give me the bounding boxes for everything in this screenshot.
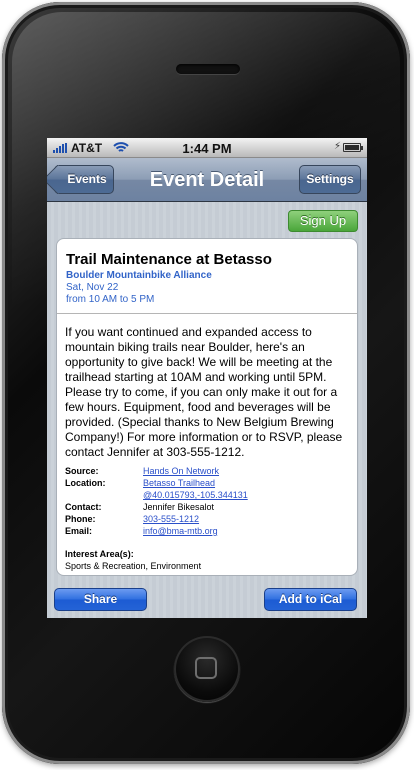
navigation-bar: Events Event Detail Settings: [47, 158, 367, 202]
settings-button[interactable]: Settings: [299, 165, 361, 194]
battery-icon: [343, 143, 363, 152]
earpiece-speaker: [176, 64, 240, 74]
home-square-icon: [195, 657, 217, 679]
phone-link[interactable]: 303-555-1212: [143, 513, 199, 525]
status-bar: AT&T 1:44 PM ⚡: [47, 138, 367, 158]
contact-label: Contact:: [65, 502, 102, 512]
event-organization[interactable]: Boulder Mountainbike Alliance: [66, 270, 212, 281]
source-label: Source:: [65, 466, 99, 476]
event-detail-card: Trail Maintenance at Betasso Boulder Mou…: [56, 238, 358, 576]
event-title: Trail Maintenance at Betasso: [66, 251, 272, 268]
event-date: Sat, Nov 22: [66, 282, 119, 293]
location-link[interactable]: Betasso Trailhead: [143, 477, 215, 489]
card-divider: [57, 313, 357, 314]
source-link[interactable]: Hands On Network: [143, 465, 219, 477]
coordinates-link[interactable]: @40.015793,-105.344131: [143, 489, 248, 501]
event-time: from 10 AM to 5 PM: [66, 294, 155, 305]
interest-area-value: Sports & Recreation, Environment: [65, 561, 202, 571]
event-description: If you want continued and expanded acces…: [65, 325, 343, 459]
sign-up-button[interactable]: Sign Up: [288, 210, 358, 232]
email-label: Email:: [65, 526, 93, 536]
interest-area-label: Interest Area(s):: [65, 549, 134, 559]
location-label: Location:: [65, 478, 106, 488]
add-to-ical-button[interactable]: Add to iCal: [264, 588, 357, 611]
status-time: 1:44 PM: [182, 141, 232, 156]
phone-screen: AT&T 1:44 PM ⚡ Events Event Detail Setti…: [47, 138, 367, 618]
email-link[interactable]: info@bma-mtb.org: [143, 525, 218, 537]
phone-label: Phone:: [65, 514, 96, 524]
charging-bolt-icon: ⚡: [333, 141, 341, 152]
share-button[interactable]: Share: [54, 588, 147, 611]
contact-name: Jennifer Bikesalot: [143, 502, 215, 512]
